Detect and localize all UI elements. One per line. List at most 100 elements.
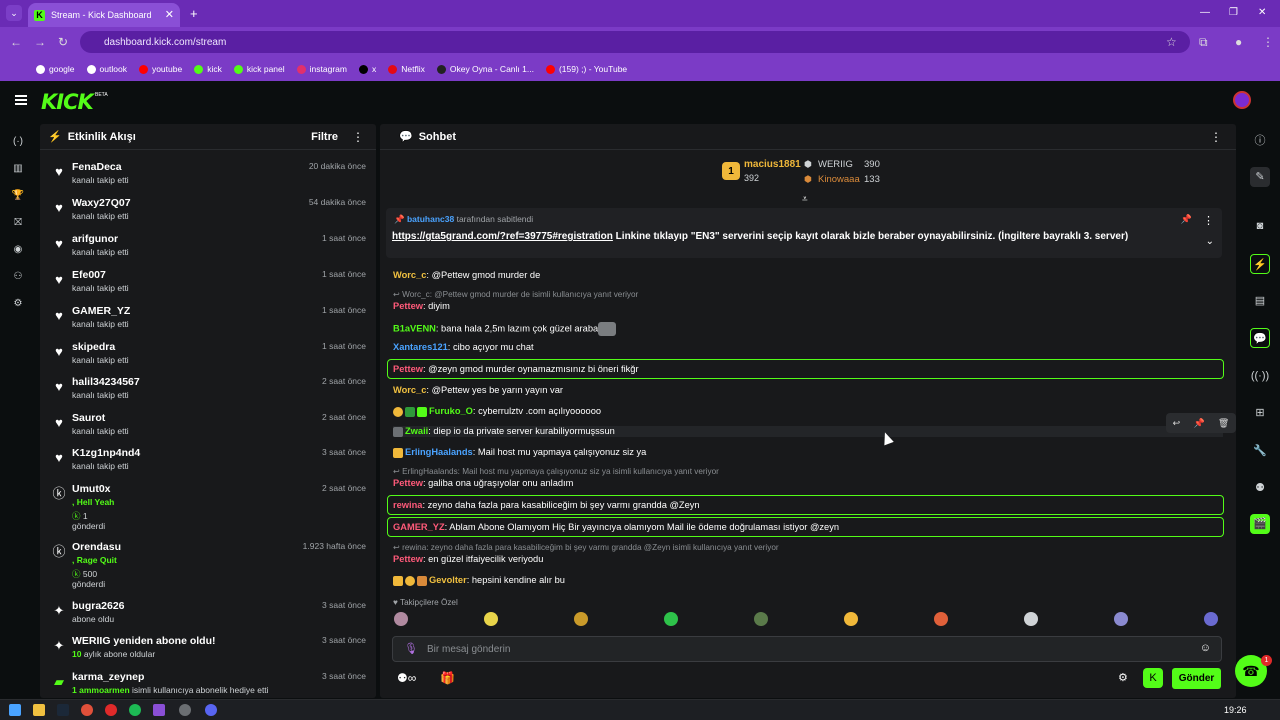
kick-logo[interactable]: KICK bbox=[41, 90, 94, 114]
bookmark-okey[interactable]: Okey Oyna - Canlı 1... bbox=[436, 64, 534, 74]
restore-icon[interactable]: ❐ bbox=[1229, 7, 1238, 18]
windows-start-icon[interactable] bbox=[9, 704, 21, 716]
opera-icon[interactable] bbox=[105, 704, 117, 716]
chat-message[interactable]: Furuko_O: cyberrulztv .com açılıyoooooo bbox=[393, 406, 601, 417]
pinned-more-icon[interactable]: ⋮ bbox=[1203, 214, 1214, 227]
kicks-infinity-icon[interactable]: ⚉∞ bbox=[397, 671, 416, 685]
bookmark-outlook[interactable]: outlook bbox=[86, 64, 127, 74]
chat-message[interactable]: Pettew: en güzel itfaiyecilik veriyodu bbox=[393, 554, 543, 564]
activity-item-kicks[interactable]: ⓚ Orendasu , Rage Quit ⓚ 500 gönderdi 1.… bbox=[40, 541, 376, 601]
activity-user[interactable]: FenaDeca bbox=[72, 161, 122, 173]
chat-message[interactable]: ErlingHaalands: Mail host mu yapmaya çal… bbox=[393, 447, 646, 458]
activity-user[interactable]: skipedra bbox=[72, 341, 115, 353]
reply-icon[interactable]: ↩ bbox=[1173, 418, 1181, 429]
activity-item[interactable]: ♥ halil34234567 kanalı takip etti 2 saat… bbox=[40, 376, 376, 412]
chart-icon[interactable]: ▥ bbox=[11, 162, 25, 176]
activity-user[interactable]: WERIIG yeniden abone oldu! bbox=[72, 635, 216, 647]
emote-icon[interactable] bbox=[1114, 612, 1128, 626]
chat-message[interactable]: Xantares121: cibo açıyor mu chat bbox=[393, 342, 534, 352]
chat-more-icon[interactable]: ⋮ bbox=[1210, 130, 1222, 144]
third-name[interactable]: Kinowaaa bbox=[818, 174, 860, 185]
new-tab-button[interactable]: + bbox=[190, 6, 198, 21]
kick-coin-icon[interactable]: ⚉ bbox=[1250, 478, 1270, 498]
extensions-icon[interactable]: ⧉ bbox=[1199, 35, 1208, 50]
microphone-icon[interactable]: 🎙 bbox=[404, 642, 418, 655]
second-name[interactable]: WERIIG bbox=[818, 159, 853, 170]
spotify-icon[interactable] bbox=[129, 704, 141, 716]
tab-close-icon[interactable]: ✕ bbox=[165, 8, 174, 21]
stream-info-icon[interactable]: ⊞ bbox=[1250, 403, 1270, 423]
activity-item[interactable]: ♥ FenaDeca kanalı takip etti 20 dakika ö… bbox=[40, 161, 376, 197]
emote-icon[interactable] bbox=[394, 612, 408, 626]
emote-icon[interactable] bbox=[1024, 612, 1038, 626]
activity-user[interactable]: Orendasu bbox=[72, 541, 121, 553]
pinned-link[interactable]: https://gta5grand.com/?ref=39775#registr… bbox=[392, 231, 613, 242]
avatar[interactable] bbox=[1233, 91, 1251, 109]
browser-taskbar-icon[interactable] bbox=[153, 704, 165, 716]
chat-toggle-icon[interactable]: 💬 bbox=[1250, 328, 1270, 348]
activity-more-icon[interactable]: ⋮ bbox=[352, 130, 364, 144]
browser-tab[interactable]: K Stream - Kick Dashboard ✕ bbox=[28, 3, 180, 27]
info-icon[interactable]: ⓘ bbox=[1250, 131, 1270, 151]
activity-item[interactable]: ♥ arifgunor kanalı takip etti 1 saat önc… bbox=[40, 233, 376, 269]
chat-message[interactable]: Pettew: @zeyn gmod murder oynamazmısınız… bbox=[393, 364, 639, 374]
delete-icon[interactable]: 🗑 bbox=[1218, 418, 1229, 429]
emote-icon[interactable] bbox=[934, 612, 948, 626]
emote-icon[interactable] bbox=[844, 612, 858, 626]
activity-item[interactable]: ♥ Efe007 kanalı takip etti 1 saat önce bbox=[40, 269, 376, 305]
profile-icon[interactable]: ● bbox=[1235, 35, 1242, 49]
gift-icon[interactable]: ⛝ bbox=[11, 216, 25, 230]
trophy-icon[interactable]: 🏆 bbox=[11, 189, 25, 203]
broadcast-icon[interactable]: (·) bbox=[11, 135, 25, 149]
tab-search-icon[interactable]: ⌄ bbox=[6, 5, 22, 21]
activity-item-sub[interactable]: ✦ bugra2626 abone oldu 3 saat önce bbox=[40, 600, 376, 636]
activity-item[interactable]: ♥ Waxy27Q07 kanalı takip etti 54 dakika … bbox=[40, 197, 376, 233]
activity-user[interactable]: Efe007 bbox=[72, 269, 106, 281]
bookmark-kick-panel[interactable]: kick panel bbox=[233, 64, 285, 74]
emote-icon[interactable] bbox=[664, 612, 678, 626]
kick-emote-icon[interactable]: K bbox=[1143, 668, 1163, 688]
community-icon[interactable]: ◉ bbox=[11, 243, 25, 257]
chat-message[interactable]: rewina: zeyno daha fazla para kasabilice… bbox=[393, 500, 700, 510]
bookmark-youtube-2[interactable]: (159) ;) - YouTube bbox=[545, 64, 627, 74]
send-button[interactable]: Gönder bbox=[1172, 668, 1221, 689]
bookmark-x[interactable]: x bbox=[358, 64, 376, 74]
bookmark-kick[interactable]: kick bbox=[194, 64, 222, 74]
camera-icon[interactable]: ◙ bbox=[1250, 216, 1270, 236]
activity-user[interactable]: Umut0x bbox=[72, 483, 111, 495]
browser-menu-icon[interactable]: ⋮ bbox=[1262, 35, 1274, 49]
broadcast-icon[interactable]: ((·)) bbox=[1250, 366, 1270, 386]
chat-message[interactable]: Pettew: diyim bbox=[393, 301, 450, 311]
message-input[interactable]: 🎙 Bir mesaj gönderin ☺ bbox=[392, 636, 1222, 662]
leader-name[interactable]: macius1881 bbox=[744, 159, 801, 170]
emote-icon[interactable] bbox=[484, 612, 498, 626]
activity-item[interactable]: ♥ Saurot kanalı takip etti 2 saat önce bbox=[40, 412, 376, 448]
discord-icon[interactable] bbox=[205, 704, 217, 716]
activity-user[interactable]: Waxy27Q07 bbox=[72, 197, 131, 209]
activity-user[interactable]: K1zg1np4nd4 bbox=[72, 447, 140, 459]
collapse-icon[interactable]: ⩡ bbox=[802, 194, 808, 205]
close-window-icon[interactable]: ✕ bbox=[1258, 7, 1266, 18]
url-field[interactable]: dashboard.kick.com/stream bbox=[80, 31, 1190, 53]
notes-icon[interactable]: ▤ bbox=[1250, 291, 1270, 311]
unpin-icon[interactable]: 📌 bbox=[1181, 214, 1192, 225]
activity-lightning-icon[interactable]: ⚡ bbox=[1250, 254, 1270, 274]
activity-item[interactable]: ♥ GAMER_YZ kanalı takip etti 1 saat önce bbox=[40, 305, 376, 341]
reload-icon[interactable]: ↻ bbox=[58, 35, 68, 49]
chat-message[interactable]: B1aVENN: bana hala 2,5m lazım çok güzel … bbox=[393, 322, 617, 336]
chat-settings-icon[interactable]: ⚙ bbox=[1118, 671, 1128, 684]
activity-user[interactable]: Saurot bbox=[72, 412, 105, 424]
emote-icon[interactable] bbox=[754, 612, 768, 626]
activity-item-giftsub[interactable]: ▰ karma_zeynep 1 ammoarmen isimli kullan… bbox=[40, 671, 376, 698]
minimize-icon[interactable]: — bbox=[1200, 7, 1210, 18]
bookmark-youtube[interactable]: youtube bbox=[138, 64, 182, 74]
file-explorer-icon[interactable] bbox=[33, 704, 45, 716]
gear-icon[interactable]: ⚙ bbox=[11, 297, 25, 311]
bookmark-google[interactable]: google bbox=[36, 64, 75, 74]
activity-user[interactable]: GAMER_YZ bbox=[72, 305, 130, 317]
bookmark-star-icon[interactable]: ☆ bbox=[1166, 35, 1177, 49]
chat-message[interactable]: Gevolter: hepsini kendine alır bu bbox=[393, 575, 565, 586]
chat-message[interactable]: Worc_c: @Pettew yes be yarın yayın var bbox=[393, 385, 563, 395]
emote-icon[interactable] bbox=[574, 612, 588, 626]
back-icon[interactable]: ← bbox=[10, 35, 22, 49]
